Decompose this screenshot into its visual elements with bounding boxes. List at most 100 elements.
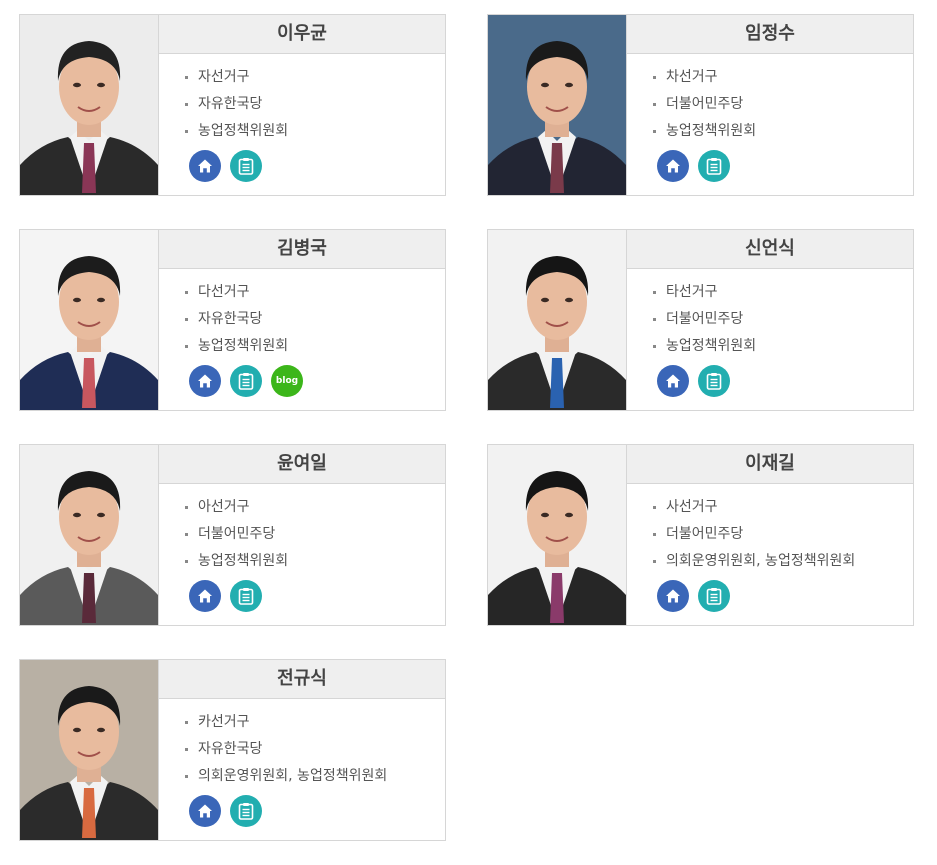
portrait-image: [488, 15, 626, 195]
profile-button[interactable]: [698, 365, 730, 397]
blog-icon: blog: [275, 376, 299, 386]
member-party: 더불어민주당: [653, 306, 913, 333]
clipboard-icon: [706, 158, 722, 175]
member-district: 다선거구: [185, 279, 445, 306]
member-card: 이재길 사선거구 더불어민주당 의회운영위원회, 농업정책위원회: [487, 444, 914, 626]
portrait-image: [20, 15, 158, 195]
homepage-button[interactable]: [189, 150, 221, 182]
homepage-button[interactable]: [657, 365, 689, 397]
profile-button[interactable]: [230, 795, 262, 827]
profile-button[interactable]: [698, 580, 730, 612]
member-name: 이재길: [627, 445, 913, 484]
homepage-button[interactable]: [657, 150, 689, 182]
member-district: 자선거구: [185, 64, 445, 91]
portrait-image: [20, 445, 158, 625]
member-info: 김병국 다선거구 자유한국당 농업정책위원회 blog: [158, 230, 445, 410]
member-card: 윤여일 아선거구 더불어민주당 농업정책위원회: [19, 444, 446, 626]
member-district: 카선거구: [185, 709, 445, 736]
member-links: [189, 580, 262, 612]
member-name: 이우균: [159, 15, 445, 54]
home-icon: [666, 589, 680, 603]
member-details: 아선거구 더불어민주당 농업정책위원회: [159, 484, 445, 575]
member-district: 타선거구: [653, 279, 913, 306]
member-party: 더불어민주당: [653, 91, 913, 118]
profile-button[interactable]: [698, 150, 730, 182]
member-district: 아선거구: [185, 494, 445, 521]
member-photo: [20, 445, 158, 625]
home-icon: [198, 374, 212, 388]
homepage-button[interactable]: [189, 580, 221, 612]
member-photo: [488, 15, 626, 195]
home-icon: [666, 159, 680, 173]
member-details: 차선거구 더불어민주당 농업정책위원회: [627, 54, 913, 145]
profile-button[interactable]: [230, 365, 262, 397]
member-name: 김병국: [159, 230, 445, 269]
portrait-image: [20, 660, 158, 840]
member-committee: 농업정책위원회: [185, 333, 445, 360]
member-links: blog: [189, 365, 303, 397]
member-photo: [488, 230, 626, 410]
clipboard-icon: [238, 373, 254, 390]
member-info: 이재길 사선거구 더불어민주당 의회운영위원회, 농업정책위원회: [626, 445, 913, 625]
member-card: 이우균 자선거구 자유한국당 농업정책위원회: [19, 14, 446, 196]
profile-button[interactable]: [230, 580, 262, 612]
member-links: [189, 150, 262, 182]
clipboard-icon: [238, 803, 254, 820]
member-photo: [488, 445, 626, 625]
homepage-button[interactable]: [657, 580, 689, 612]
clipboard-icon: [706, 373, 722, 390]
profile-button[interactable]: [230, 150, 262, 182]
member-committee: 농업정책위원회: [185, 548, 445, 575]
blog-button[interactable]: blog: [271, 365, 303, 397]
member-photo: [20, 660, 158, 840]
member-info: 신언식 타선거구 더불어민주당 농업정책위원회: [626, 230, 913, 410]
member-committee: 의회운영위원회, 농업정책위원회: [653, 548, 913, 575]
member-details: 카선거구 자유한국당 의회운영위원회, 농업정책위원회: [159, 699, 445, 790]
member-name: 임정수: [627, 15, 913, 54]
portrait-image: [488, 230, 626, 410]
member-card: 전규식 카선거구 자유한국당 의회운영위원회, 농업정책위원회: [19, 659, 446, 841]
clipboard-icon: [238, 158, 254, 175]
member-card: 임정수 차선거구 더불어민주당 농업정책위원회: [487, 14, 914, 196]
home-icon: [666, 374, 680, 388]
member-committee: 의회운영위원회, 농업정책위원회: [185, 763, 445, 790]
member-name: 윤여일: [159, 445, 445, 484]
portrait-image: [20, 230, 158, 410]
member-links: [657, 580, 730, 612]
member-info: 임정수 차선거구 더불어민주당 농업정책위원회: [626, 15, 913, 195]
member-photo: [20, 15, 158, 195]
member-info: 윤여일 아선거구 더불어민주당 농업정책위원회: [158, 445, 445, 625]
member-links: [189, 795, 262, 827]
member-details: 타선거구 더불어민주당 농업정책위원회: [627, 269, 913, 360]
home-icon: [198, 589, 212, 603]
member-details: 자선거구 자유한국당 농업정책위원회: [159, 54, 445, 145]
member-card: 김병국 다선거구 자유한국당 농업정책위원회 blog: [19, 229, 446, 411]
home-icon: [198, 804, 212, 818]
member-photo: [20, 230, 158, 410]
member-links: [657, 150, 730, 182]
member-party: 더불어민주당: [653, 521, 913, 548]
member-district: 사선거구: [653, 494, 913, 521]
member-committee: 농업정책위원회: [653, 333, 913, 360]
clipboard-icon: [238, 588, 254, 605]
homepage-button[interactable]: [189, 365, 221, 397]
homepage-button[interactable]: [189, 795, 221, 827]
member-info: 전규식 카선거구 자유한국당 의회운영위원회, 농업정책위원회: [158, 660, 445, 840]
member-links: [657, 365, 730, 397]
member-details: 사선거구 더불어민주당 의회운영위원회, 농업정책위원회: [627, 484, 913, 575]
member-committee: 농업정책위원회: [185, 118, 445, 145]
portrait-image: [488, 445, 626, 625]
home-icon: [198, 159, 212, 173]
member-info: 이우균 자선거구 자유한국당 농업정책위원회: [158, 15, 445, 195]
member-party: 더불어민주당: [185, 521, 445, 548]
member-district: 차선거구: [653, 64, 913, 91]
member-committee: 농업정책위원회: [653, 118, 913, 145]
member-party: 자유한국당: [185, 306, 445, 333]
member-name: 신언식: [627, 230, 913, 269]
member-details: 다선거구 자유한국당 농업정책위원회: [159, 269, 445, 360]
member-party: 자유한국당: [185, 91, 445, 118]
clipboard-icon: [706, 588, 722, 605]
member-party: 자유한국당: [185, 736, 445, 763]
member-name: 전규식: [159, 660, 445, 699]
member-card: 신언식 타선거구 더불어민주당 농업정책위원회: [487, 229, 914, 411]
